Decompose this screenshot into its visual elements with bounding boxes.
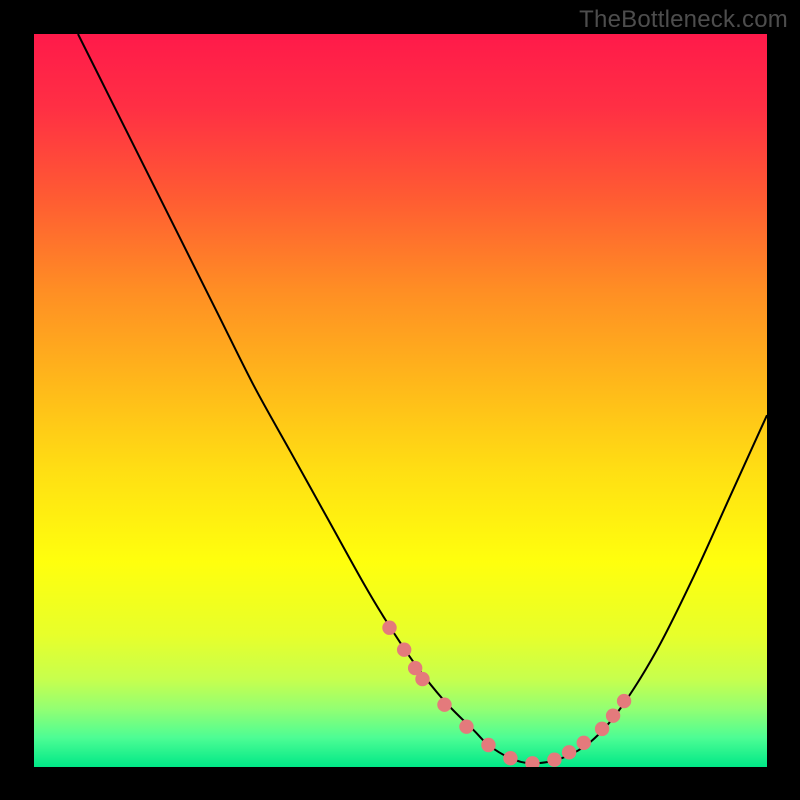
plot-area bbox=[34, 34, 767, 767]
marker-dot bbox=[547, 752, 561, 766]
marker-dot bbox=[382, 621, 396, 635]
gradient-background bbox=[34, 34, 767, 767]
marker-dot bbox=[562, 745, 576, 759]
marker-dot bbox=[481, 738, 495, 752]
marker-dot bbox=[503, 751, 517, 765]
marker-dot bbox=[606, 708, 620, 722]
marker-dot bbox=[437, 697, 451, 711]
bottleneck-curve-chart bbox=[34, 34, 767, 767]
marker-dot bbox=[617, 694, 631, 708]
marker-dot bbox=[415, 672, 429, 686]
marker-dot bbox=[397, 643, 411, 657]
marker-dot bbox=[577, 736, 591, 750]
watermark-text: TheBottleneck.com bbox=[579, 6, 788, 34]
chart-stage: TheBottleneck.com bbox=[0, 0, 800, 800]
marker-dot bbox=[459, 719, 473, 733]
marker-dot bbox=[595, 722, 609, 736]
